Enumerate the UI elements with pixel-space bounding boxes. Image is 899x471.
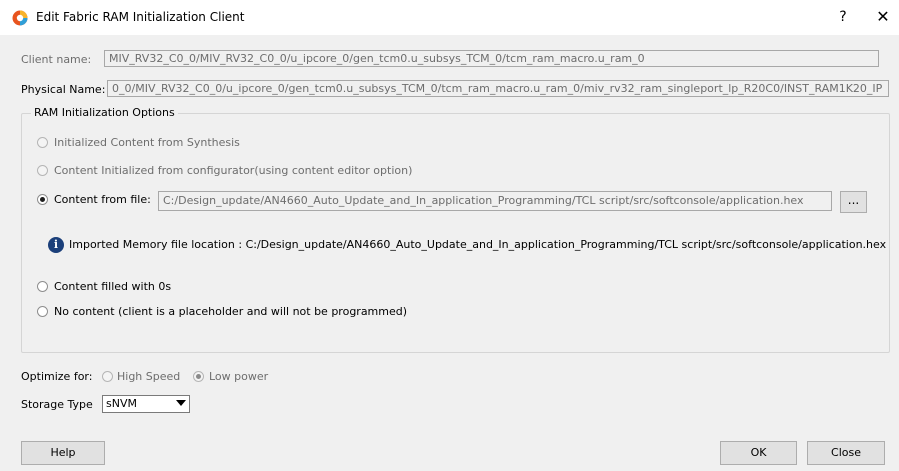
low-power-radio[interactable] [193, 371, 204, 382]
close-window-button[interactable]: ✕ [870, 5, 896, 29]
title-bar: Edit Fabric RAM Initialization Client ? … [0, 0, 899, 35]
file-path-field[interactable]: C:/Design_update/AN4660_Auto_Update_and_… [158, 191, 832, 211]
app-icon [12, 10, 28, 26]
content-from-file-label: Content from file: [54, 193, 151, 206]
help-button[interactable]: Help [21, 441, 105, 465]
browse-button[interactable]: ... [840, 191, 867, 213]
configurator-radio[interactable] [37, 165, 48, 176]
chevron-down-icon [176, 400, 186, 406]
low-power-label: Low power [209, 370, 269, 383]
physical-name-field[interactable]: 0_0/MIV_RV32_C0_0/u_ipcore_0/gen_tcm0.u_… [107, 80, 889, 97]
storage-type-select[interactable]: sNVM [102, 395, 190, 413]
client-name-label: Client name: [21, 53, 92, 66]
help-title-button[interactable]: ? [830, 5, 856, 29]
content-zeros-label: Content filled with 0s [54, 280, 172, 293]
optimize-for-label: Optimize for: [21, 370, 93, 383]
imported-file-info: Imported Memory file location : C:/Desig… [69, 238, 887, 251]
physical-name-label: Physical Name: [21, 83, 106, 96]
high-speed-radio[interactable] [102, 371, 113, 382]
storage-type-value: sNVM [106, 397, 137, 410]
no-content-label: No content (client is a placeholder and … [54, 305, 408, 318]
high-speed-label: High Speed [117, 370, 181, 383]
storage-type-label: Storage Type [21, 398, 93, 411]
content-from-file-radio[interactable] [37, 194, 48, 205]
no-content-radio[interactable] [37, 306, 48, 317]
window-title: Edit Fabric RAM Initialization Client [36, 10, 245, 24]
synthesis-radio[interactable] [37, 137, 48, 148]
synthesis-option-label: Initialized Content from Synthesis [54, 136, 240, 149]
close-button[interactable]: Close [807, 441, 885, 465]
info-icon: i [48, 237, 64, 253]
configurator-option-label: Content Initialized from configurator(us… [54, 164, 413, 177]
ram-init-options-legend: RAM Initialization Options [31, 106, 178, 119]
content-zeros-radio[interactable] [37, 281, 48, 292]
ok-button[interactable]: OK [720, 441, 797, 465]
client-name-field[interactable]: MIV_RV32_C0_0/MIV_RV32_C0_0/u_ipcore_0/g… [104, 50, 879, 67]
